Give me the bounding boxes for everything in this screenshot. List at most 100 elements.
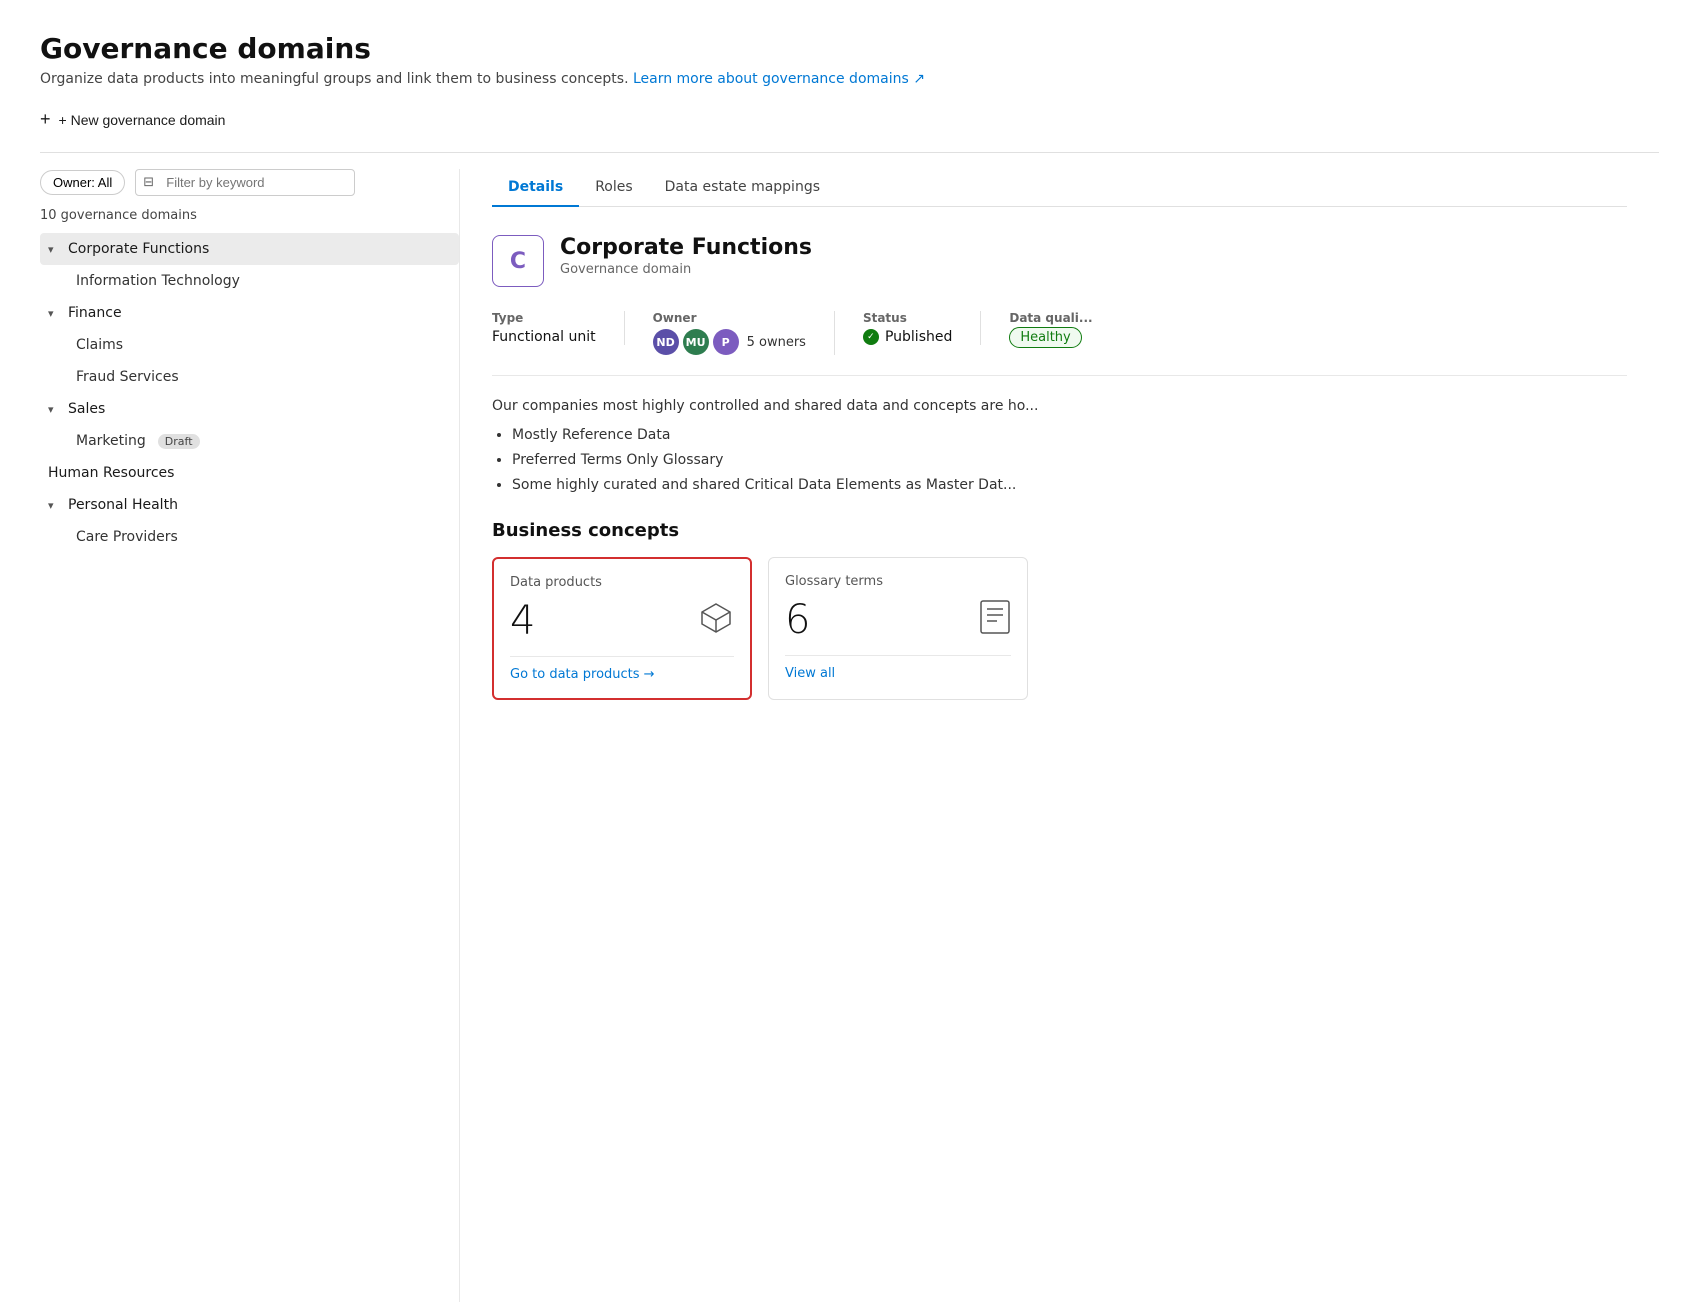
tree-item-label: Human Resources: [48, 465, 174, 481]
tree-item-row-finance[interactable]: ▾ Finance: [40, 297, 459, 329]
go-to-data-products-link[interactable]: Go to data products →: [510, 656, 734, 682]
tree-children-finance: Claims Fraud Services: [40, 329, 459, 393]
chevron-down-icon: ▾: [48, 499, 62, 512]
domain-subtitle: Governance domain: [560, 262, 812, 277]
avatar-mu: MU: [683, 329, 709, 355]
data-products-body: 4: [510, 598, 734, 644]
domain-count: 10 governance domains: [40, 208, 459, 223]
owner-filter-button[interactable]: Owner: All: [40, 170, 125, 195]
avatar-nd: ND: [653, 329, 679, 355]
tree-item-care-providers: Care Providers: [68, 521, 459, 553]
status-dot-icon: [863, 329, 879, 345]
chevron-down-icon: ▾: [48, 307, 62, 320]
page-subtitle: Organize data products into meaningful g…: [40, 71, 1659, 87]
cards-row: Data products 4 Go to data products →: [492, 557, 1627, 700]
tree-children-corporate-functions: Information Technology: [40, 265, 459, 297]
filter-icon: ⊟: [143, 175, 154, 190]
domain-icon: C: [492, 235, 544, 287]
tab-bar: Details Roles Data estate mappings: [492, 169, 1627, 207]
tree-item-row-corporate-functions[interactable]: ▾ Corporate Functions: [40, 233, 459, 265]
meta-type: Type Functional unit: [492, 311, 625, 345]
filter-bar: Owner: All ⊟: [40, 169, 459, 196]
status-text: Published: [885, 329, 952, 345]
meta-owner: Owner ND MU P 5 owners: [653, 311, 835, 355]
data-products-icon: [698, 600, 734, 643]
keyword-filter-wrapper: ⊟: [135, 169, 355, 196]
domain-description: Our companies most highly controlled and…: [492, 396, 1627, 417]
tree-item-human-resources: Human Resources: [40, 457, 459, 489]
tree-item-label: Fraud Services: [76, 369, 179, 385]
tree-item-claims: Claims: [68, 329, 459, 361]
health-badge: Healthy: [1009, 327, 1081, 348]
meta-row: Type Functional unit Owner ND MU P 5 own…: [492, 311, 1627, 376]
description-bullet-2: Preferred Terms Only Glossary: [512, 450, 1627, 471]
chevron-down-icon: ▾: [48, 403, 62, 416]
status-badge: Published: [863, 329, 952, 345]
tree-item-label: Finance: [68, 305, 122, 321]
tab-details[interactable]: Details: [492, 169, 579, 207]
tree-item-personal-health: ▾ Personal Health Care Providers: [40, 489, 459, 553]
left-panel: Owner: All ⊟ 10 governance domains ▾ Cor…: [40, 169, 460, 1302]
glossary-terms-card: Glossary terms 6 View all: [768, 557, 1028, 700]
glossary-terms-body: 6: [785, 597, 1011, 643]
glossary-terms-icon: [979, 599, 1011, 642]
glossary-terms-label: Glossary terms: [785, 574, 1011, 589]
description-list: Mostly Reference Data Preferred Terms On…: [492, 425, 1627, 496]
tree-item-label: Corporate Functions: [68, 241, 209, 257]
data-products-card: Data products 4 Go to data products →: [492, 557, 752, 700]
description-bullet-1: Mostly Reference Data: [512, 425, 1627, 446]
keyword-filter-input[interactable]: [135, 169, 355, 196]
tree-item-row-human-resources[interactable]: Human Resources: [40, 457, 459, 489]
tree-children-personal-health: Care Providers: [40, 521, 459, 553]
description-bullet-3: Some highly curated and shared Critical …: [512, 475, 1627, 496]
tab-data-estate-mappings[interactable]: Data estate mappings: [649, 169, 836, 207]
tree-item-finance: ▾ Finance Claims Fraud Services: [40, 297, 459, 393]
tree-item-sales: ▾ Sales Marketing Draft: [40, 393, 459, 457]
tree-children-sales: Marketing Draft: [40, 425, 459, 457]
tree-item-row-fraud-services[interactable]: Fraud Services: [68, 361, 459, 393]
tree-item-label: Sales: [68, 401, 105, 417]
learn-more-link[interactable]: Learn more about governance domains ↗: [633, 71, 925, 87]
tree-item-row-claims[interactable]: Claims: [68, 329, 459, 361]
tree-item-corporate-functions: ▾ Corporate Functions Information Techno…: [40, 233, 459, 297]
type-value: Functional unit: [492, 329, 596, 345]
owner-avatars: ND MU P 5 owners: [653, 329, 806, 355]
status-label: Status: [863, 311, 952, 325]
tree-item-fraud-services: Fraud Services: [68, 361, 459, 393]
domain-name: Corporate Functions: [560, 235, 812, 260]
plus-icon: +: [40, 109, 51, 130]
tree-item-row-personal-health[interactable]: ▾ Personal Health: [40, 489, 459, 521]
page-title: Governance domains: [40, 32, 1659, 65]
tab-roles[interactable]: Roles: [579, 169, 648, 207]
section-divider: [40, 152, 1659, 153]
tree-item-label: Personal Health: [68, 497, 178, 513]
business-concepts-title: Business concepts: [492, 520, 1627, 541]
new-governance-domain-button[interactable]: + + New governance domain: [40, 103, 1659, 136]
tree-item-information-technology: Information Technology: [68, 265, 459, 297]
data-products-count: 4: [510, 598, 535, 644]
tree-item-label: Care Providers: [76, 529, 178, 545]
tree-item-row-marketing[interactable]: Marketing Draft: [68, 425, 459, 457]
data-products-label: Data products: [510, 575, 734, 590]
owner-count: 5 owners: [747, 335, 806, 350]
tree-item-marketing: Marketing Draft: [68, 425, 459, 457]
meta-status: Status Published: [863, 311, 981, 345]
domain-info: Corporate Functions Governance domain: [560, 235, 812, 277]
data-quality-label: Data quali...: [1009, 311, 1092, 325]
draft-badge: Draft: [158, 434, 200, 449]
view-all-link[interactable]: View all: [785, 655, 1011, 681]
domain-tree: ▾ Corporate Functions Information Techno…: [40, 233, 459, 553]
chevron-down-icon: ▾: [48, 243, 62, 256]
domain-header: C Corporate Functions Governance domain: [492, 235, 1627, 287]
tree-item-row-sales[interactable]: ▾ Sales: [40, 393, 459, 425]
tree-item-label: Claims: [76, 337, 123, 353]
glossary-terms-count: 6: [785, 597, 810, 643]
tree-item-label: Information Technology: [76, 273, 240, 289]
tree-item-row-information-technology[interactable]: Information Technology: [68, 265, 459, 297]
owner-label: Owner: [653, 311, 806, 325]
right-panel: Details Roles Data estate mappings C Cor…: [460, 169, 1659, 1302]
meta-data-quality: Data quali... Healthy: [1009, 311, 1120, 345]
tree-item-label: Marketing: [76, 433, 146, 449]
tree-item-row-care-providers[interactable]: Care Providers: [68, 521, 459, 553]
type-label: Type: [492, 311, 596, 325]
